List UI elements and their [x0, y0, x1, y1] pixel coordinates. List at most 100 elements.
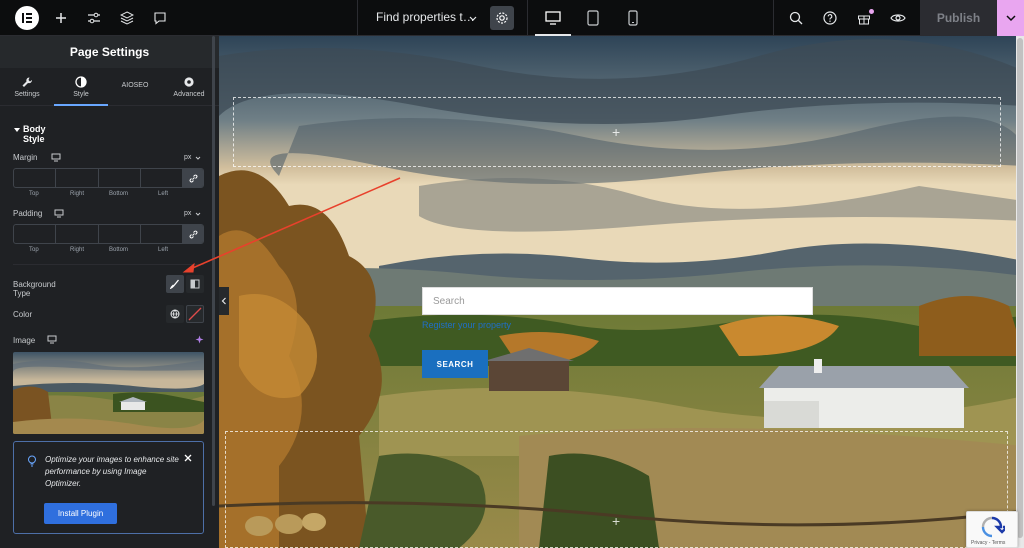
publish-options-button[interactable]	[997, 0, 1024, 36]
publish-button[interactable]: Publish	[920, 0, 997, 36]
padding-left-label: Left	[158, 247, 169, 253]
margin-right-label: Right	[70, 191, 85, 197]
link-icon	[189, 174, 197, 182]
elementor-logo-icon[interactable]	[15, 6, 39, 30]
close-icon[interactable]	[184, 454, 192, 462]
chevron-left-icon	[221, 297, 226, 305]
padding-left-input[interactable]	[141, 225, 183, 243]
empty-section-bottom[interactable]	[225, 431, 1008, 548]
top-toolbar: Find properties t… Publish	[0, 0, 1024, 36]
margin-unit[interactable]: px	[184, 154, 191, 161]
padding-unit[interactable]: px	[184, 210, 191, 217]
tab-label: Advanced	[173, 91, 205, 98]
recaptcha-text: Privacy - Terms	[971, 540, 1006, 546]
tab-aioseo[interactable]: AIOSEO	[108, 68, 162, 106]
margin-bottom-input[interactable]	[99, 169, 141, 187]
search-input[interactable]: Search	[422, 287, 813, 315]
desktop-icon[interactable]	[54, 209, 64, 218]
background-type-label: Background Type	[13, 280, 56, 298]
margin-right-input[interactable]	[56, 169, 99, 187]
gear-icon	[496, 12, 508, 24]
margin-left-label: Left	[158, 191, 169, 197]
brush-icon	[170, 279, 180, 289]
add-section-plus-icon[interactable]: +	[612, 513, 620, 529]
tab-settings[interactable]: Settings	[0, 68, 54, 106]
padding-top-input[interactable]	[14, 225, 57, 243]
mobile-view-icon[interactable]	[615, 0, 651, 36]
tab-label: Style	[73, 91, 89, 98]
link-values-button[interactable]	[183, 169, 203, 187]
link-icon	[189, 230, 197, 238]
desktop-icon[interactable]	[47, 335, 57, 344]
tab-advanced[interactable]: Advanced	[162, 68, 216, 106]
search-button[interactable]: SEARCH	[422, 350, 488, 378]
color-picker-swatch[interactable]	[186, 305, 204, 323]
desktop-view-icon[interactable]	[535, 0, 571, 36]
panel-scrollbar[interactable]	[212, 36, 215, 506]
preview-eye-icon[interactable]	[889, 9, 907, 27]
padding-right-label: Right	[70, 247, 85, 253]
tab-label: Settings	[14, 91, 40, 98]
install-plugin-button[interactable]: Install Plugin	[44, 503, 117, 524]
lightbulb-icon	[28, 455, 36, 467]
margin-top-input[interactable]	[14, 169, 57, 187]
padding-label: Padding	[13, 209, 43, 218]
image-optimizer-promo: Optimize your images to enhance site per…	[13, 441, 204, 534]
chevron-down-icon[interactable]	[195, 155, 201, 161]
structure-layers-icon[interactable]	[118, 9, 136, 27]
no-color-icon	[188, 307, 202, 321]
section-body-style[interactable]: Body Style	[23, 124, 46, 144]
help-icon[interactable]	[821, 9, 839, 27]
globe-icon	[170, 309, 180, 319]
tablet-view-icon[interactable]	[575, 0, 611, 36]
promo-text: Optimize your images to enhance site per…	[45, 455, 179, 488]
padding-top-label: Top	[29, 247, 39, 253]
color-label: Color	[13, 310, 33, 319]
margin-bottom-label: Bottom	[109, 191, 129, 197]
divider	[13, 264, 204, 265]
tab-style[interactable]: Style	[54, 68, 108, 106]
caret-down-icon[interactable]	[13, 126, 21, 134]
contrast-icon	[75, 76, 87, 88]
document-title[interactable]: Find properties t…	[376, 10, 475, 24]
margin-left-input[interactable]	[141, 169, 183, 187]
link-values-button[interactable]	[183, 225, 203, 243]
padding-bottom-label: Bottom	[109, 247, 129, 253]
chevron-down-icon[interactable]	[195, 211, 201, 217]
chevron-down-icon[interactable]	[468, 11, 478, 29]
image-label: Image	[13, 336, 36, 345]
global-colors-button[interactable]	[166, 305, 184, 323]
notification-dot	[869, 9, 874, 14]
background-classic-button[interactable]	[166, 275, 184, 293]
add-section-plus-icon[interactable]: +	[612, 124, 620, 140]
background-image-thumbnail[interactable]	[13, 352, 204, 434]
gradient-icon	[190, 279, 200, 289]
chevron-down-icon	[1005, 15, 1016, 22]
margin-top-label: Top	[29, 191, 39, 197]
ai-sparkle-icon[interactable]	[195, 335, 204, 344]
comments-icon[interactable]	[151, 9, 169, 27]
padding-right-input[interactable]	[56, 225, 99, 243]
desktop-icon[interactable]	[51, 153, 61, 162]
add-element-icon[interactable]	[52, 9, 70, 27]
divider	[357, 0, 358, 36]
page-settings-button[interactable]	[490, 6, 514, 30]
wrench-icon	[22, 77, 33, 87]
divider	[773, 0, 774, 36]
background-gradient-button[interactable]	[186, 275, 204, 293]
margin-label: Margin	[13, 153, 38, 162]
recaptcha-icon	[981, 516, 1005, 538]
site-settings-icon[interactable]	[85, 9, 103, 27]
gear-icon	[184, 77, 194, 87]
panel-tabs: Settings Style AIOSEO Advanced	[0, 68, 219, 106]
register-property-link[interactable]: Register your property	[422, 320, 511, 330]
panel-title: Page Settings	[0, 36, 219, 68]
padding-bottom-input[interactable]	[99, 225, 141, 243]
search-icon[interactable]	[787, 9, 805, 27]
canvas-scrollbar[interactable]	[1016, 36, 1024, 548]
tab-label: AIOSEO	[121, 81, 149, 89]
padding-inputs	[13, 224, 204, 244]
divider	[527, 0, 528, 36]
recaptcha-badge[interactable]: Privacy - Terms	[966, 511, 1018, 548]
collapse-panel-button[interactable]	[219, 287, 229, 315]
